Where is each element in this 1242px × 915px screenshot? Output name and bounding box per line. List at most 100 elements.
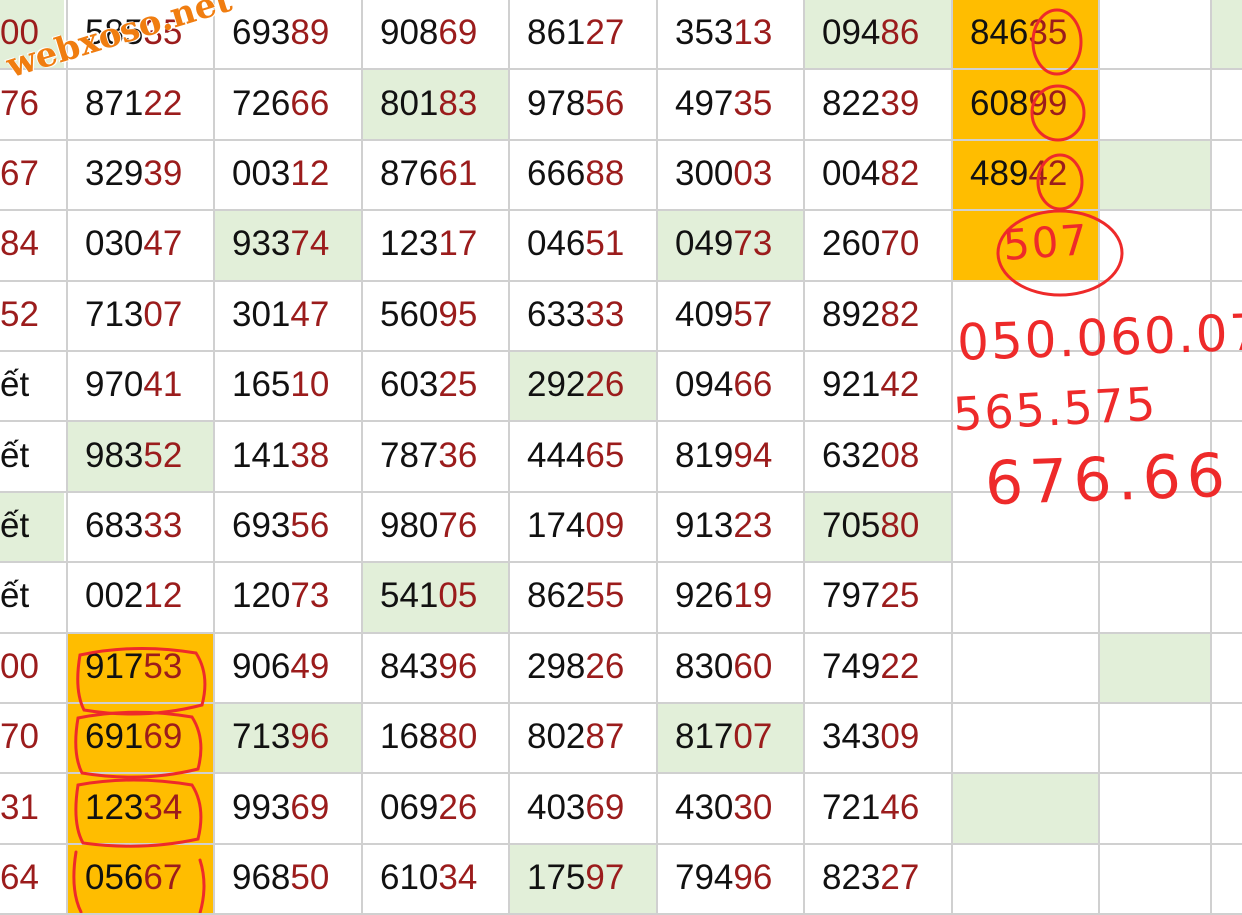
result-cell: 823 27 [822,857,920,897]
result-cell: 174 09 [527,505,625,545]
result-cell: 978 56 [527,83,625,123]
empty-highlight-cell [1100,631,1210,702]
result-cell: 801 83 [363,68,508,139]
empty-highlight-cell [1212,0,1242,69]
result-cell: 749 22 [822,646,920,686]
result-cell: 002 12 [85,576,183,616]
result-cell: 846 35 [953,0,1098,69]
handwritten-circled-number: 507 [1001,215,1091,270]
result-cell: 003 12 [232,153,330,193]
result-cell: 830 60 [675,646,773,686]
row-label-cell: 31 [0,787,39,827]
result-cell [953,561,1098,631]
result-cell: 871 22 [85,83,183,123]
result-cell: 917 53 [68,631,213,702]
row-label-cell: 52 [0,294,39,334]
result-cell: 906 49 [232,646,330,686]
result-cell: 843 96 [380,646,478,686]
result-cell: 343 09 [822,717,920,757]
row-label-cell: ết [0,435,30,475]
result-cell: 817 07 [658,702,803,773]
result-cell: 980 76 [380,505,478,545]
result-cell: 691 69 [68,702,213,773]
result-cell: 497 35 [675,83,773,123]
result-cell: 120 73 [232,576,330,616]
result-cell: 300 03 [675,153,773,193]
result-cell: 968 50 [232,857,330,897]
result-cell: 797 25 [822,576,920,616]
result-cell [953,632,1098,702]
grid-column-line [508,0,510,913]
grid-row-line [0,561,1242,564]
result-cell [953,843,1098,913]
grid-row-line [0,631,1242,634]
row-label-cell: ết [0,576,30,616]
grid-column-line [656,0,658,913]
row-label-cell: 67 [0,153,39,193]
result-cell: 094 66 [675,365,773,405]
result-cell: 610 34 [380,857,478,897]
result-cell: 683 33 [85,505,183,545]
result-cell: 926 19 [675,576,773,616]
result-cell: 693 56 [232,505,330,545]
grid-row-line [0,68,1242,71]
row-label-cell: 70 [0,717,39,757]
result-cell: 713 96 [215,702,361,773]
result-cell: 165 10 [232,365,330,405]
result-cell: 403 69 [527,787,625,827]
result-cell: 970 41 [85,365,183,405]
result-cell: 794 96 [675,857,773,897]
result-cell: 713 07 [85,294,183,334]
result-cell: 046 51 [527,224,625,264]
grid-column-line [66,0,68,913]
result-cell: 175 97 [510,842,656,914]
grid-column-line [951,0,953,913]
row-label-cell: 00 [0,646,39,686]
handwritten-note-line-3: 676.66 [983,440,1233,520]
result-cell: 693 89 [232,13,330,53]
grid-row-line [0,138,1242,141]
result-cell [953,702,1098,772]
result-cell: 069 26 [380,787,478,827]
result-cell: 168 80 [380,717,478,757]
result-cell: 056 67 [68,842,213,914]
result-cell: 892 82 [822,294,920,334]
grid-column-line [213,0,215,913]
result-cell: 409 57 [675,294,773,334]
result-cell: 983 52 [68,420,213,491]
result-cell: 993 69 [232,787,330,827]
result-cell: 921 42 [822,365,920,405]
result-cell: 141 38 [232,435,330,475]
result-cell: 030 47 [85,224,183,264]
empty-highlight-cell [1100,138,1210,210]
result-cell: 862 55 [527,576,625,616]
result-cell: 908 69 [380,13,478,53]
grid-row-line [0,279,1242,282]
result-cell: 353 13 [675,13,773,53]
result-cell: 004 82 [822,153,920,193]
result-cell: 787 36 [380,435,478,475]
result-cell: 726 66 [232,83,330,123]
result-cell: 666 88 [527,153,625,193]
grid-row-line [0,772,1242,775]
result-cell: 123 17 [380,224,478,264]
result-cell: 123 34 [68,772,213,843]
result-cell: 094 86 [805,0,951,69]
result-cell: 876 61 [380,153,478,193]
row-label-cell: 64 [0,857,39,897]
grid-column-line [803,0,805,913]
empty-highlight-cell [953,772,1098,843]
result-cell: 541 05 [363,561,508,632]
row-label-cell: 84 [0,224,39,264]
result-cell: 603 25 [380,365,478,405]
row-label-cell: ết [0,365,30,405]
result-cell: 560 95 [380,294,478,334]
result-cell: 802 87 [527,717,625,757]
result-cell: 260 70 [822,224,920,264]
result-cell: 298 26 [527,646,625,686]
result-cell: 819 94 [675,435,773,475]
result-cell: 301 47 [232,294,330,334]
result-cell: 861 27 [527,13,625,53]
result-cell: 633 33 [527,294,625,334]
result-cell: 608 99 [953,68,1098,139]
